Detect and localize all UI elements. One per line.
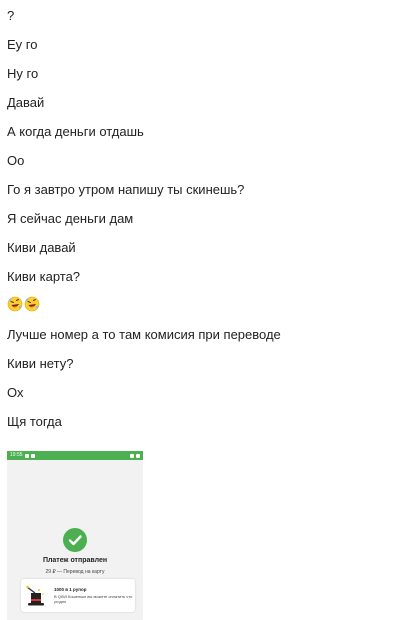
message: Давай <box>7 95 45 110</box>
message: Щя тогда <box>7 414 62 429</box>
rofl-emoji-icon <box>7 296 23 312</box>
attached-screenshot[interactable]: 19:55 Платеж отправлен 29 ₽ — Перевод на… <box>7 451 143 620</box>
notification-icon <box>30 453 35 458</box>
magic-hat-icon <box>25 584 47 608</box>
success-check-icon <box>63 528 87 552</box>
message: Ох <box>7 385 24 400</box>
message: Киви карта? <box>7 269 81 284</box>
message: Киви нету? <box>7 356 74 371</box>
message: ? <box>7 8 15 23</box>
battery-icon <box>136 453 140 458</box>
promo-title: 1000 в 1 рупор <box>54 587 87 592</box>
message: Я сейчас деньги дам <box>7 211 134 226</box>
promo-card: 1000 в 1 рупор В QIWI Кошельке вы можете… <box>21 579 135 612</box>
message: А когда деньги отдашь <box>7 124 144 139</box>
payment-subtitle: 29 ₽ — Перевод на карту <box>45 569 105 575</box>
message: Еу го <box>7 37 38 52</box>
message: Оо <box>7 153 25 168</box>
rofl-emoji-icon <box>24 296 40 312</box>
message: Киви давай <box>7 240 76 255</box>
message: Лучше номер а то там комисия при перевод… <box>7 327 281 342</box>
payment-title: Платеж отправлен <box>42 557 108 564</box>
promo-text: В QIWI Кошельке вы можете оплатить что у… <box>54 594 133 604</box>
signal-icon <box>130 453 134 458</box>
notification-icon <box>24 453 29 458</box>
emoji-message <box>7 296 40 312</box>
status-time: 19:55 <box>10 452 23 458</box>
phone-status-bar: 19:55 <box>7 451 143 460</box>
message: Ну го <box>7 66 39 81</box>
message: Го я завтро утром напишу ты скинешь? <box>7 182 245 197</box>
